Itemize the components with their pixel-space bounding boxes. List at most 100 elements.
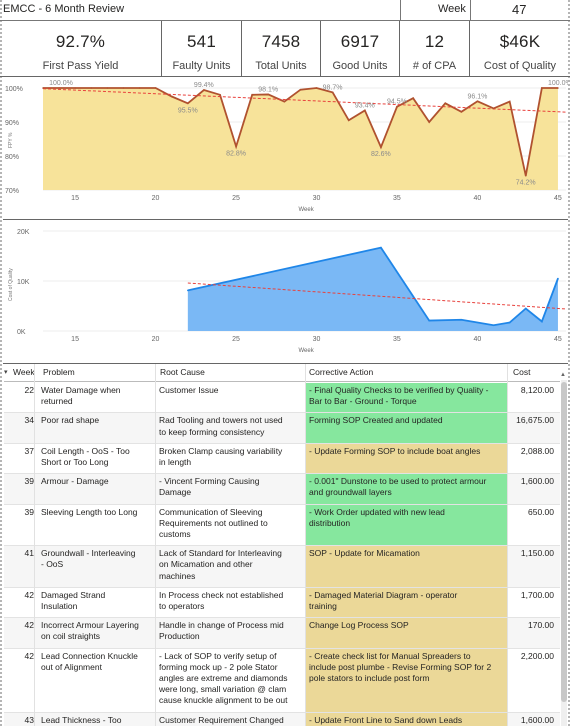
kpi-label: Good Units [332,60,388,72]
column-separator [305,364,306,726]
header-bar: EMCC - 6 Month Review Week 47 [0,0,570,21]
cell-corrective-action: - Work Order updated with new lead distr… [309,506,445,528]
y-tick-label: 0K [17,329,26,336]
kpi-row: 92.7% First Pass Yield 541 Faulty Units … [0,21,570,77]
table-row[interactable]: 39 Sleeving Length too Long Communication … [4,504,560,547]
cell-problem: Groundwall - Interleaving - OoS [41,548,136,570]
cell-root-cause: In Process check not established to oper… [159,589,284,611]
x-tick-label: 35 [393,336,401,343]
y-axis-title: Cost of Quality [8,268,14,301]
scroll-up-icon[interactable]: ▲ [560,372,566,378]
fpy-data-point [138,87,141,89]
table-row[interactable]: 34 Poor rad shape Rad Tooling and towers n… [4,413,560,444]
x-tick-label: 25 [232,336,240,343]
cell-week: 42 [24,589,34,600]
cell-root-cause: Rad Tooling and towers not used to keep … [159,415,283,437]
fpy-data-point [299,88,302,91]
coq-data-point [492,324,495,327]
fpy-data-point [106,87,109,89]
cell-cost: 2,200.00 [520,650,554,661]
coq-chart[interactable]: 20K 10K 0K 15 20 25 30 35 40 45 Week Cost of Qualit… [3,221,568,364]
fpy-data-label: 98.7% [323,84,343,91]
x-tick-label: 45 [554,195,562,202]
cell-week: 42 [24,620,34,631]
cell-cost: 16,675.00 [516,415,554,426]
fpy-data-point [380,146,382,148]
cell-problem: Incorrect Armour Layering on coil straig… [41,620,139,642]
kpi-faulty-units[interactable]: 541 Faulty Units [162,21,242,77]
table-row[interactable]: 43 Lead Thickness - Too Large Customer Ri… [4,712,560,726]
scrollbar-thumb[interactable] [561,382,567,702]
cell-cost: 170.00 [528,620,554,631]
fpy-data-point [170,95,173,98]
y-tick-label: 100% [5,86,23,93]
cell-corrective-action: Forming SOP Created and updated [309,415,443,426]
kpi-cost-of-quality[interactable]: $46K Cost of Quality [470,21,570,77]
x-tick-label: 15 [71,336,79,343]
column-separator [507,364,508,726]
cell-week: 42 [24,650,34,661]
kpi-label: Cost of Quality [483,60,557,72]
cell-corrective-action: - Update Front Line to Sand down Leads [309,714,463,725]
fpy-data-point [315,87,318,89]
col-header-week[interactable]: Week [13,364,35,381]
week-label: Week [438,3,466,15]
cell-problem: Coil Length - OoS - Too Short or Too Lon… [41,445,130,467]
table-row[interactable]: 37 Coil Length - OoS - Too Short or Too L… [4,443,560,475]
cell-cost: 8,120.00 [520,385,554,395]
cell-corrective-action: - Damaged Material Diagram - operator tr… [309,589,458,611]
cell-problem: Armour - Damage [41,476,109,487]
col-header-corrective-action[interactable]: Corrective Action [309,364,373,381]
table-row[interactable]: 42 Lead Connection Knuckle out of Alignme… [4,648,560,713]
kpi-total-units[interactable]: 7458 Total Units [242,21,321,77]
cell-cost: 2,088.00 [520,445,554,456]
fpy-data-point [331,91,334,94]
table-row[interactable]: 22 Water Damage when returned Customer Iss… [4,383,560,414]
x-tick-label: 25 [232,195,240,202]
cell-cost: 1,600.00 [520,714,554,725]
fpy-data-label: 95.5% [178,107,198,114]
x-tick-label: 30 [313,195,321,202]
col-header-problem[interactable]: Problem [43,364,75,381]
kpi-cpa-count[interactable]: 12 # of CPA [400,21,470,77]
cell-cost: 1,600.00 [520,476,554,487]
cell-root-cause: Customer Requirement Changed after [159,714,284,726]
fpy-chart-svg: 100% 90% 80% 70% 100.0% 95.5% 99.4% 82.8% 98.1% 9… [5,80,568,213]
col-header-root-cause[interactable]: Root Cause [160,364,205,381]
kpi-value: 6917 [340,32,380,51]
sort-desc-icon[interactable]: ▾ [4,368,8,376]
cell-cost: 1,700.00 [520,589,554,600]
fpy-data-point [557,87,559,89]
cell-corrective-action: - 0.001" Dunstone to be used to protect … [309,476,487,498]
cell-root-cause: Customer Issue [159,385,219,395]
col-header-cost[interactable]: Cost [513,364,530,381]
fpy-chart[interactable]: 100% 90% 80% 70% 100.0% 95.5% 99.4% 82.8% 98.1% 9… [3,78,568,220]
fpy-data-point [508,100,511,103]
kpi-good-units[interactable]: 6917 Good Units [321,21,400,77]
kpi-label: Total Units [255,60,307,72]
table-row[interactable]: 39 Armour - Damage - Vincent Forming Causi… [4,474,560,505]
fpy-data-label: 96.1% [467,93,487,100]
table-row[interactable]: 42 Incorrect Armour Layering on coil stra… [4,618,560,649]
fpy-data-point [541,87,543,89]
cell-root-cause: - Vincent Forming Causing Damage [159,476,260,498]
fpy-data-point [476,100,479,103]
table-row[interactable]: 41 Groundwall - Interleaving - OoS Lack of… [4,546,560,588]
kpi-label: First Pass Yield [42,60,119,72]
kpi-first-pass-yield[interactable]: 92.7% First Pass Yield [0,21,162,77]
fpy-data-point [428,121,431,123]
cell-week: 41 [24,548,34,559]
cell-problem: Water Damage when returned [41,385,121,407]
coq-data-point [187,289,189,292]
x-tick-label: 15 [71,195,79,202]
x-axis-title: Week [299,207,315,213]
fpy-data-point [219,94,221,96]
week-value[interactable]: 47 [512,2,526,17]
fpy-data-point [524,174,527,177]
x-axis-title: Week [299,348,315,354]
kpi-label: # of CPA [412,60,457,72]
coq-data-point [460,318,463,321]
coq-data-point [541,320,543,323]
table-row[interactable]: 42 Damaged Strand Insulation In Process ch… [4,587,560,619]
cell-problem: Damaged Strand Insulation [41,589,106,611]
